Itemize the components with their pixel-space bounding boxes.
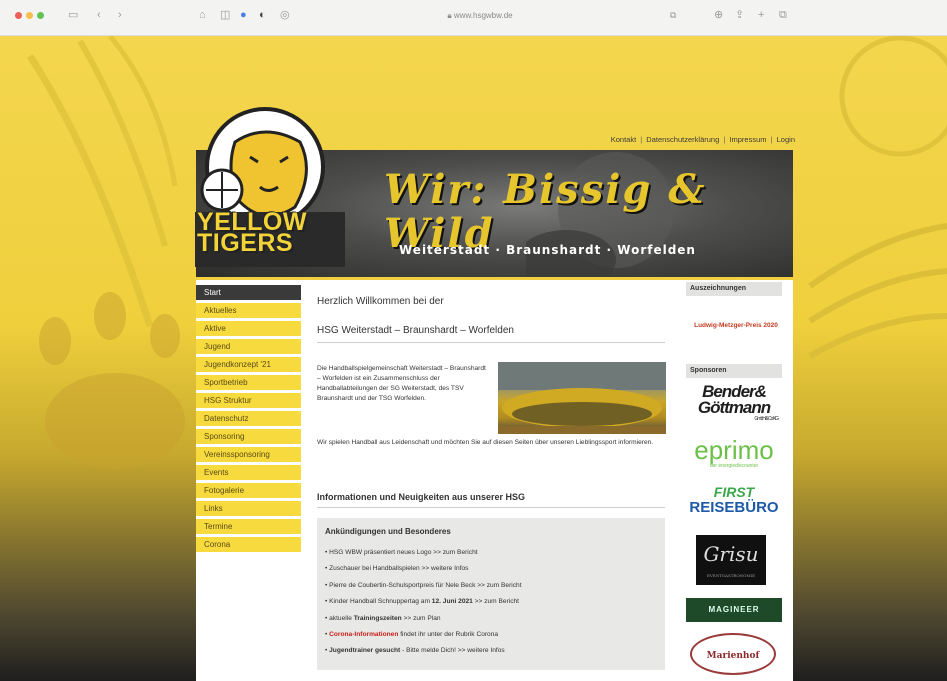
login-link[interactable]: Login [776, 135, 796, 144]
nav-aktuelles[interactable]: Aktuelles [196, 303, 301, 318]
window-zoom-button[interactable] [37, 12, 44, 19]
sponsor-bender-goettmann-logo[interactable]: Bender& Göttmann GmbH & Co KG [686, 383, 782, 422]
nav-termine[interactable]: Termine [196, 519, 301, 534]
club-name-heading: HSG Weiterstadt – Braunshardt – Worfelde… [317, 325, 514, 336]
nav-vereinssponsoring[interactable]: Vereinssponsoring [196, 447, 301, 462]
claw-marks-left-decoration [27, 36, 185, 469]
welcome-heading: Herzlich Willkommen bei der [317, 296, 444, 307]
tabs-overview-icon[interactable]: ⧉ [779, 8, 787, 22]
share-icon[interactable]: ⇪ [735, 8, 744, 22]
announcement-item[interactable]: • Jugendtrainer gesucht - Bitte melde Di… [325, 643, 657, 659]
nav-fotogalerie[interactable]: Fotogalerie [196, 483, 301, 498]
announcement-item[interactable]: • aktuelle Trainingszeiten >> zum Plan [325, 611, 657, 627]
privacy-icon[interactable]: ● [240, 8, 247, 22]
announcement-item[interactable]: • Corona-Informationen findet ihr unter … [325, 627, 657, 643]
logo-line-2: TIGERS [197, 229, 294, 257]
awards-heading: Auszeichnungen [686, 282, 782, 296]
announcements-box: Ankündigungen und Besonderes • HSG WBW p… [317, 518, 665, 670]
banner-subtitle: Weiterstadt · Braunshardt · Worfelden [399, 243, 696, 257]
translate-icon[interactable]: ⧉ [670, 8, 676, 22]
main-nav: Start Aktuelles Aktive Jugend Jugendkonz… [196, 285, 301, 555]
announcement-item[interactable]: • HSG WBW präsentiert neues Logo >> zum … [325, 545, 657, 561]
divider [317, 507, 665, 508]
announcement-item[interactable]: • Pierre de Coubertin-Schulsportpreis fü… [325, 578, 657, 594]
logo-wordmark: YELLOW TIGERS [197, 210, 307, 257]
divider [317, 342, 665, 343]
sponsor-grisu-logo[interactable]: Grisu EVENTGASTRONOMIE [696, 535, 766, 585]
nav-start[interactable]: Start [196, 285, 301, 300]
settings-icon[interactable]: ◎ [280, 8, 290, 22]
sponsor-magineer-logo[interactable]: MAGINEER [686, 598, 782, 622]
sponsor-marienhof-logo[interactable]: Marienhof [690, 633, 776, 675]
datenschutz-link[interactable]: Datenschutzerklärung [645, 135, 720, 144]
announcement-item[interactable]: • Zuschauer bei Handballspielen >> weite… [325, 561, 657, 577]
nav-jugendkonzept[interactable]: Jugendkonzept '21 [196, 357, 301, 372]
window-minimize-button[interactable] [26, 12, 33, 19]
nav-sportbetrieb[interactable]: Sportbetrieb [196, 375, 301, 390]
top-links: Kontakt | Datenschutzerklärung | Impress… [610, 135, 796, 144]
download-icon[interactable]: ⊕ [714, 8, 723, 22]
page-viewport: Kontakt | Datenschutzerklärung | Impress… [0, 36, 947, 681]
nav-datenschutz[interactable]: Datenschutz [196, 411, 301, 426]
impressum-link[interactable]: Impressum [728, 135, 767, 144]
team-photo[interactable] [498, 362, 666, 434]
sponsors-heading: Sponsoren [686, 364, 782, 378]
sidebar-toggle-icon[interactable]: ▭ [68, 8, 78, 22]
announcements-title: Ankündigungen und Besonderes [325, 527, 451, 536]
nav-aktive[interactable]: Aktive [196, 321, 301, 336]
lead-text: Wir spielen Handball aus Leidenschaft un… [317, 439, 654, 446]
back-icon[interactable]: ‹ [97, 8, 101, 22]
news-heading: Informationen und Neuigkeiten aus unsere… [317, 492, 526, 502]
nav-hsg-struktur[interactable]: HSG Struktur [196, 393, 301, 408]
extension-icon[interactable]: ◫ [220, 8, 230, 22]
award-link[interactable]: Ludwig-Metzger-Preis 2020 [686, 322, 786, 329]
browser-toolbar: ▭ ‹ › ⌂ ◫ ● ◐ ◎ 🔒︎ www.hsgwbw.de ⧉ ⊕ ⇪ +… [0, 0, 947, 36]
address-bar[interactable]: 🔒︎ www.hsgwbw.de [310, 8, 650, 23]
nav-links[interactable]: Links [196, 501, 301, 516]
nav-corona[interactable]: Corona [196, 537, 301, 552]
kontakt-link[interactable]: Kontakt [610, 135, 637, 144]
sponsor-first-reisebuero-logo[interactable]: FIRST REISEBÜRO [686, 485, 782, 516]
url-text: www.hsgwbw.de [453, 11, 513, 20]
shield-icon[interactable]: ◐ [259, 8, 266, 22]
sponsor-eprimo-logo[interactable]: eprimo der energiediscounter [686, 437, 782, 469]
new-tab-icon[interactable]: + [758, 8, 764, 22]
nav-jugend[interactable]: Jugend [196, 339, 301, 354]
announcement-item[interactable]: • Kinder Handball Schnuppertag am 12. Ju… [325, 594, 657, 610]
content-area: Start Aktuelles Aktive Jugend Jugendkonz… [196, 280, 793, 681]
claw-marks-right-decoration [808, 36, 947, 359]
intro-text: Die Handballspielgemeinschaft Weiterstad… [317, 365, 486, 402]
forward-icon[interactable]: › [118, 8, 122, 22]
nav-sponsoring[interactable]: Sponsoring [196, 429, 301, 444]
home-icon[interactable]: ⌂ [199, 8, 206, 22]
nav-events[interactable]: Events [196, 465, 301, 480]
window-close-button[interactable] [15, 12, 22, 19]
